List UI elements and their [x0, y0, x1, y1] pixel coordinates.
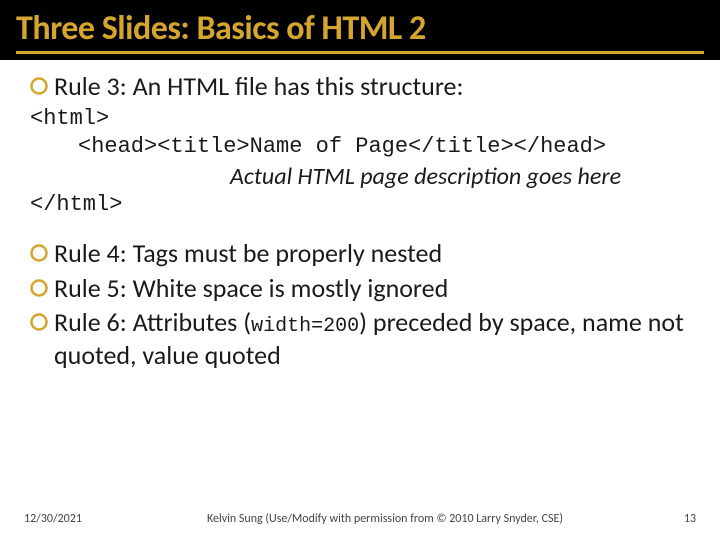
- rule-6-code: width=200: [251, 315, 359, 338]
- bullet-icon: [30, 77, 48, 100]
- code-line-4: </html>: [30, 191, 690, 220]
- footer-credit: Kelvin Sung (Use/Modify with permission …: [104, 512, 666, 526]
- bullet-rule-5: Rule 5: White space is mostly ignored: [30, 272, 690, 305]
- slide-title: Three Slides: Basics of HTML 2: [16, 8, 704, 54]
- rule-6-text: Rule 6: Attributes (width=200) preceded …: [54, 306, 690, 372]
- lower-rules: Rule 4: Tags must be properly nested Rul…: [30, 237, 690, 372]
- rule-3-text: Rule 3: An HTML file has this structure:: [54, 70, 463, 103]
- rule-4-text: Rule 4: Tags must be properly nested: [54, 237, 442, 270]
- code-line-2: <head><title>Name of Page</title></head>: [30, 133, 690, 162]
- rule-5-text: Rule 5: White space is mostly ignored: [54, 272, 448, 305]
- bullet-rule-4: Rule 4: Tags must be properly nested: [30, 237, 690, 270]
- bullet-rule-3: Rule 3: An HTML file has this structure:: [30, 70, 690, 103]
- code-description: Actual HTML page description goes here: [30, 162, 690, 191]
- bullet-rule-6: Rule 6: Attributes (width=200) preceded …: [30, 306, 690, 372]
- footer-page-number: 13: [666, 512, 696, 526]
- footer-date: 12/30/2021: [24, 512, 104, 526]
- rule-6-part-a: Rule 6: Attributes (: [54, 306, 251, 338]
- bullet-icon: [30, 244, 48, 267]
- bullet-icon: [30, 313, 48, 336]
- code-line-1: <html>: [30, 105, 690, 134]
- bullet-icon: [30, 279, 48, 302]
- slide-footer: 12/30/2021 Kelvin Sung (Use/Modify with …: [0, 512, 720, 526]
- slide-content: Rule 3: An HTML file has this structure:…: [0, 60, 720, 372]
- title-bar: Three Slides: Basics of HTML 2: [0, 0, 720, 60]
- code-block: <html> <head><title>Name of Page</title>…: [30, 105, 690, 220]
